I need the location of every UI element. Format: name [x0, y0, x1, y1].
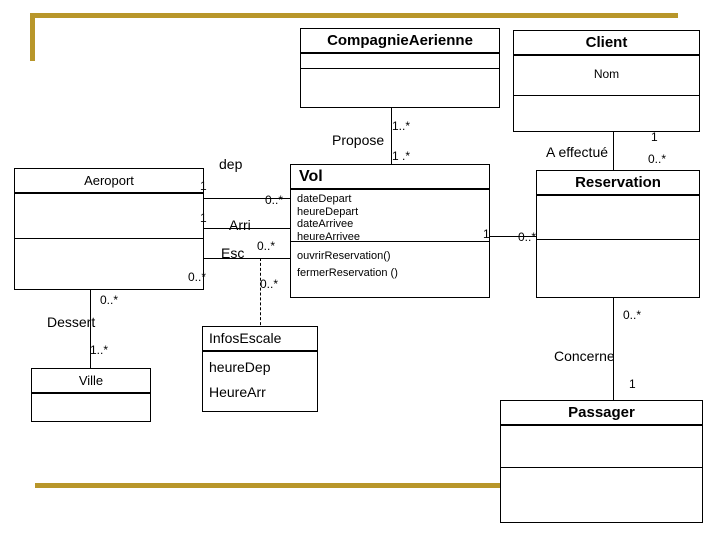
- multiplicity-propose-source: 1..*: [392, 119, 411, 133]
- class-operations-reservation: [537, 240, 699, 298]
- class-attributes-passager: [501, 426, 702, 468]
- attribute-heureDep: heureDep: [209, 359, 271, 375]
- association-label-arri: Arri: [229, 217, 251, 233]
- association-label-propose: Propose: [332, 132, 385, 148]
- multiplicity-esc-target: 0..*: [260, 277, 279, 291]
- class-operations-vol: ouvrirReservation() fermerReservation (): [291, 242, 489, 298]
- attribute-dateDepart: dateDepart: [297, 193, 352, 205]
- multiplicity-dep-target: 0..*: [265, 193, 284, 207]
- operation-fermerReservation: fermerReservation (): [297, 266, 398, 279]
- class-attributes-client: Nom: [514, 56, 699, 96]
- class-attributes-reservation: [537, 196, 699, 240]
- class-box-passager[interactable]: Passager: [500, 400, 703, 523]
- multiplicity-concerne-target: 1: [629, 377, 636, 391]
- class-attributes-infos-escale: heureDep HeureArr: [203, 352, 317, 410]
- association-label-dep: dep: [219, 156, 243, 172]
- attribute-HeureArr: HeureArr: [209, 384, 266, 400]
- attribute-dateArrivee: dateArrivee: [297, 218, 354, 230]
- class-name-infos-escale: InfosEscale: [203, 327, 317, 352]
- class-attributes-aeroport: [15, 194, 203, 239]
- class-name-compagnie-aerienne: CompagnieAerienne: [301, 29, 499, 54]
- class-box-reservation[interactable]: Reservation: [536, 170, 700, 298]
- diagram-canvas: CompagnieAerienne Client Nom Aeroport Vo…: [0, 0, 720, 540]
- class-name-passager: Passager: [501, 401, 702, 426]
- connector-client-reservation: [613, 131, 614, 170]
- decorative-left-rule: [30, 13, 35, 61]
- class-box-vol[interactable]: Vol dateDepart heureDepart dateArrivee h…: [290, 164, 490, 298]
- connector-escale-infos-dashed: [260, 258, 261, 330]
- multiplicity-concerne-source: 0..*: [623, 308, 642, 322]
- class-box-infos-escale[interactable]: InfosEscale heureDep HeureArr: [202, 326, 318, 412]
- multiplicity-esc-source: 0..*: [188, 270, 207, 284]
- association-label-a-effectue: A effectué: [546, 144, 609, 160]
- association-label-dessert: Dessert: [47, 314, 96, 330]
- multiplicity-vol-reservation-source: 1: [483, 227, 490, 241]
- class-operations-aeroport: [15, 239, 203, 289]
- class-name-ville: Ville: [32, 369, 150, 394]
- multiplicity-a-effectue-source: 1: [651, 130, 658, 144]
- multiplicity-arri-target: 0..*: [257, 239, 276, 253]
- class-box-ville[interactable]: Ville: [31, 368, 151, 422]
- multiplicity-dep-source: 1: [200, 179, 207, 193]
- class-operations-compagnie-aerienne: [301, 69, 499, 109]
- class-attributes-vol: dateDepart heureDepart dateArrivee heure…: [291, 190, 489, 243]
- class-attributes-ville: [32, 394, 150, 422]
- association-label-concerne: Concerne: [554, 348, 615, 364]
- class-name-aeroport: Aeroport: [15, 169, 203, 194]
- class-name-vol: Vol: [291, 165, 489, 190]
- class-box-client[interactable]: Client Nom: [513, 30, 700, 132]
- class-box-aeroport[interactable]: Aeroport: [14, 168, 204, 290]
- attribute-heureDepart: heureDepart: [297, 205, 359, 218]
- attribute-nom: Nom: [593, 67, 620, 81]
- class-operations-passager: [501, 468, 702, 524]
- multiplicity-arri-source: 1: [200, 211, 207, 225]
- class-box-compagnie-aerienne[interactable]: CompagnieAerienne: [300, 28, 500, 108]
- multiplicity-vol-reservation-target: 0..*: [518, 230, 537, 244]
- class-name-reservation: Reservation: [537, 171, 699, 196]
- class-name-client: Client: [514, 31, 699, 56]
- multiplicity-propose-target: 1 .*: [392, 149, 411, 163]
- multiplicity-a-effectue-target: 0..*: [648, 152, 667, 166]
- multiplicity-dessert-source: 0..*: [100, 293, 119, 307]
- operation-ouvrirReservation: ouvrirReservation(): [297, 250, 391, 262]
- class-operations-client: [514, 96, 699, 132]
- multiplicity-dessert-target: 1..*: [90, 343, 109, 357]
- class-attributes-compagnie-aerienne: [301, 54, 499, 69]
- association-label-esc: Esc: [221, 245, 245, 261]
- decorative-top-rule: [30, 13, 678, 18]
